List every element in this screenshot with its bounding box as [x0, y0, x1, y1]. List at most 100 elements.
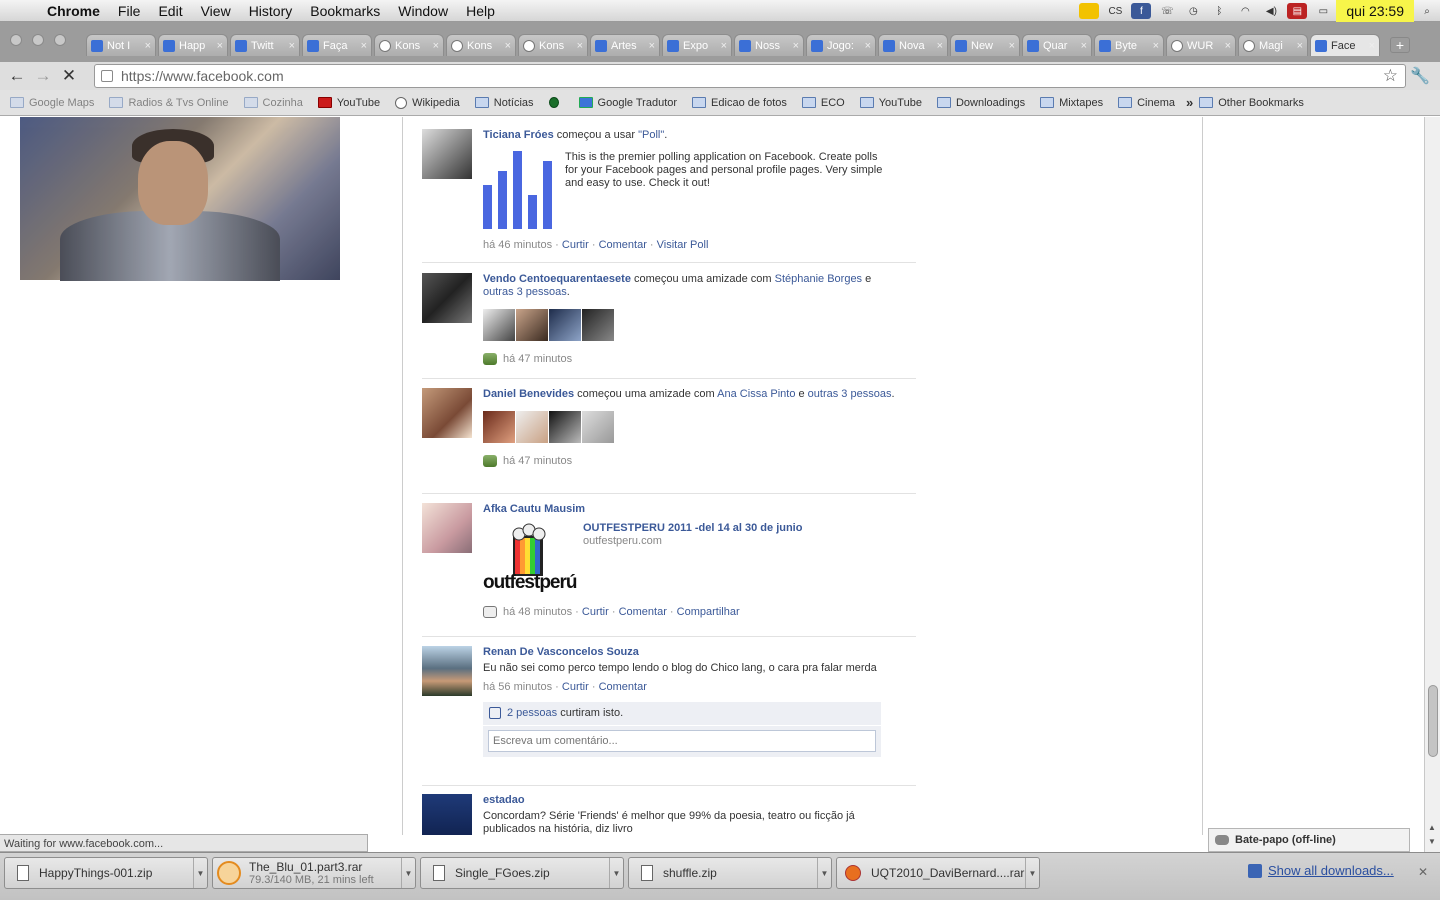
browser-tab[interactable]: Expo × [662, 34, 732, 56]
friend-thumbnail[interactable] [582, 309, 614, 341]
chat-bar[interactable]: Bate-papo (off-line) [1208, 828, 1410, 852]
menu-history[interactable]: History [240, 3, 302, 19]
tab-close-icon[interactable]: × [577, 40, 583, 52]
tab-close-icon[interactable]: × [1081, 40, 1087, 52]
avatar[interactable] [422, 503, 472, 553]
like-link[interactable]: Curtir [562, 239, 589, 251]
bluetooth-icon[interactable]: ᛒ [1209, 3, 1229, 19]
others-link[interactable]: outras 3 pessoas [808, 388, 892, 400]
menu-help[interactable]: Help [457, 3, 504, 19]
browser-tab[interactable]: Faça × [302, 34, 372, 56]
bookmark-item[interactable]: ECO [801, 97, 845, 109]
wrench-menu-icon[interactable]: 🔧 [1410, 66, 1430, 86]
bookmark-item[interactable]: YouTube [317, 97, 380, 109]
share-link[interactable]: Compartilhar [677, 606, 740, 618]
others-link[interactable]: outras 3 pessoas [483, 286, 567, 298]
tab-close-icon[interactable]: × [505, 40, 511, 52]
time-machine-icon[interactable]: ◷ [1183, 3, 1203, 19]
comment-link[interactable]: Comentar [619, 606, 667, 618]
browser-tab[interactable]: Nova × [878, 34, 948, 56]
more-bookmarks-chevron-icon[interactable]: » [1186, 95, 1193, 110]
skype-icon[interactable]: ☏ [1157, 3, 1177, 19]
download-item[interactable]: The_Blu_01.part3.rar 79.3/140 MB, 21 min… [212, 857, 416, 889]
bookmark-item[interactable]: Cozinha [243, 97, 303, 109]
comment-input[interactable] [488, 730, 876, 752]
show-all-downloads-link[interactable]: Show all downloads... [1248, 863, 1394, 878]
tab-close-icon[interactable]: × [1297, 40, 1303, 52]
avatar[interactable] [422, 273, 472, 323]
bookmark-item[interactable]: Wikipedia [395, 96, 460, 109]
browser-tab[interactable]: Kons × [518, 34, 588, 56]
friend-thumbnail[interactable] [516, 411, 548, 443]
address-bar[interactable]: https://www.facebook.com [94, 64, 1406, 88]
bookmark-item[interactable]: Edicao de fotos [692, 97, 787, 109]
friend-thumbnail[interactable] [516, 309, 548, 341]
poll-chart-icon[interactable] [483, 151, 555, 229]
browser-tab[interactable]: Face × [1310, 34, 1380, 56]
bookmark-star-icon[interactable]: ☆ [1383, 66, 1398, 86]
battery-icon[interactable]: ▭ [1313, 3, 1333, 19]
browser-tab[interactable]: New × [950, 34, 1020, 56]
bookmark-item[interactable]: Google Tradutor [578, 97, 677, 109]
download-menu-arrow-icon[interactable]: ▼ [1025, 858, 1039, 888]
bookmark-item[interactable]: Notícias [474, 97, 534, 109]
friend-thumbnail[interactable] [549, 309, 581, 341]
bookmark-item[interactable]: Cinema [1118, 97, 1175, 109]
browser-tab[interactable]: Quar × [1022, 34, 1092, 56]
download-menu-arrow-icon[interactable]: ▼ [817, 858, 831, 888]
like-link[interactable]: Curtir [582, 606, 609, 618]
close-downloads-icon[interactable]: ✕ [1418, 865, 1428, 879]
browser-tab[interactable]: Artes × [590, 34, 660, 56]
avatar[interactable] [422, 129, 472, 179]
tab-close-icon[interactable]: × [1225, 40, 1231, 52]
browser-tab[interactable]: WUR × [1166, 34, 1236, 56]
bookmark-item[interactable]: Mixtapes [1040, 97, 1103, 109]
download-item[interactable]: Single_FGoes.zip ▼ [420, 857, 624, 889]
bookmark-item[interactable] [548, 97, 564, 108]
tab-close-icon[interactable]: × [793, 40, 799, 52]
scrollbar-thumb[interactable] [1428, 685, 1438, 757]
facebook-icon[interactable]: f [1131, 3, 1152, 19]
address-text[interactable]: https://www.facebook.com [121, 68, 284, 84]
likers-link[interactable]: 2 pessoas [507, 707, 557, 719]
us-flag-icon[interactable]: ▤ [1287, 3, 1308, 19]
menubar-clock[interactable]: qui 23:59 [1336, 0, 1414, 22]
menu-file[interactable]: File [109, 3, 150, 19]
bookmark-item[interactable]: Downloadings [936, 97, 1025, 109]
link-title[interactable]: OUTFESTPERU 2011 -del 14 al 30 de junio [583, 522, 802, 535]
stop-loading-icon[interactable]: ✕ [56, 66, 82, 86]
story-author-link[interactable]: Daniel Benevides [483, 388, 574, 400]
tab-close-icon[interactable]: × [433, 40, 439, 52]
download-menu-arrow-icon[interactable]: ▼ [193, 858, 207, 888]
tab-close-icon[interactable]: × [1369, 40, 1375, 52]
friend-thumbnail[interactable] [582, 411, 614, 443]
download-item[interactable]: UQT2010_DaviBernard....rar ▼ [836, 857, 1040, 889]
tab-close-icon[interactable]: × [721, 40, 727, 52]
friend-link[interactable]: Ana Cissa Pinto [717, 388, 795, 400]
friend-thumbnail[interactable] [483, 411, 515, 443]
story-author-link[interactable]: estadao [483, 794, 903, 807]
browser-tab[interactable]: Kons × [446, 34, 516, 56]
back-arrow-icon[interactable]: ← [4, 66, 30, 86]
browser-tab[interactable]: Happ × [158, 34, 228, 56]
tab-close-icon[interactable]: × [217, 40, 223, 52]
avatar[interactable] [422, 794, 472, 835]
download-menu-arrow-icon[interactable]: ▼ [401, 858, 415, 888]
story-author-link[interactable]: Renan De Vasconcelos Souza [483, 646, 903, 659]
tab-close-icon[interactable]: × [145, 40, 151, 52]
webcam-preview[interactable] [20, 117, 340, 281]
bookmark-item[interactable]: Radios & Tvs Online [109, 97, 229, 109]
browser-tab[interactable]: Twitt × [230, 34, 300, 56]
friend-link[interactable]: Stéphanie Borges [775, 273, 862, 285]
menu-bookmarks[interactable]: Bookmarks [301, 3, 389, 19]
browser-tab[interactable]: Not I × [86, 34, 156, 56]
app-link[interactable]: "Poll" [638, 129, 664, 141]
window-close-button[interactable] [10, 34, 22, 46]
like-link[interactable]: Curtir [562, 681, 589, 693]
forward-arrow-icon[interactable]: → [30, 66, 56, 86]
menu-edit[interactable]: Edit [149, 3, 191, 19]
browser-tab[interactable]: Byte × [1094, 34, 1164, 56]
new-tab-button[interactable]: + [1390, 37, 1410, 53]
page-scrollbar[interactable]: ▲ ▼ [1424, 117, 1440, 852]
cs-icon[interactable]: CS [1105, 3, 1125, 19]
